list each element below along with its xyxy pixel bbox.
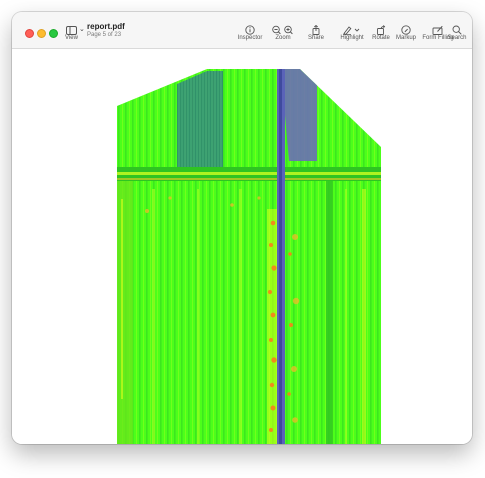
view-label: View (65, 35, 78, 41)
zoom-button[interactable]: Zoom (269, 22, 297, 46)
markup-button[interactable]: Markup (393, 22, 419, 46)
highlight-label: Highlight (340, 35, 364, 41)
search-button[interactable]: Search (446, 22, 468, 46)
inspector-label: Inspector (237, 35, 263, 41)
preview-window: ⌄ View report.pdf Page 5 of 23 Inspector… (12, 12, 472, 444)
rotate-button[interactable]: Rotate (369, 22, 393, 46)
markup-label: Markup (395, 35, 417, 41)
toolbar: ⌄ View report.pdf Page 5 of 23 Inspector… (12, 12, 472, 49)
chevron-down-icon: ⌄ (79, 26, 85, 33)
rotate-label: Rotate (372, 35, 390, 41)
share-label: Share (307, 35, 325, 41)
share-button[interactable]: Share (302, 22, 330, 46)
zoom-label: Zoom (275, 35, 291, 41)
page-indicator: Page 5 of 23 (87, 32, 122, 38)
highlight-button[interactable]: Highlight (335, 22, 369, 46)
ndvi-field-map (117, 69, 381, 444)
document-title: report.pdf (87, 22, 125, 31)
search-label: Search (447, 35, 467, 41)
document-area[interactable] (12, 49, 472, 444)
close-button[interactable] (25, 29, 34, 38)
zoom-window-button[interactable] (49, 29, 58, 38)
inspector-button[interactable]: Inspector (235, 22, 265, 46)
document-title-block: report.pdf Page 5 of 23 (87, 22, 125, 39)
minimize-button[interactable] (37, 29, 46, 38)
pdf-page (27, 49, 461, 444)
